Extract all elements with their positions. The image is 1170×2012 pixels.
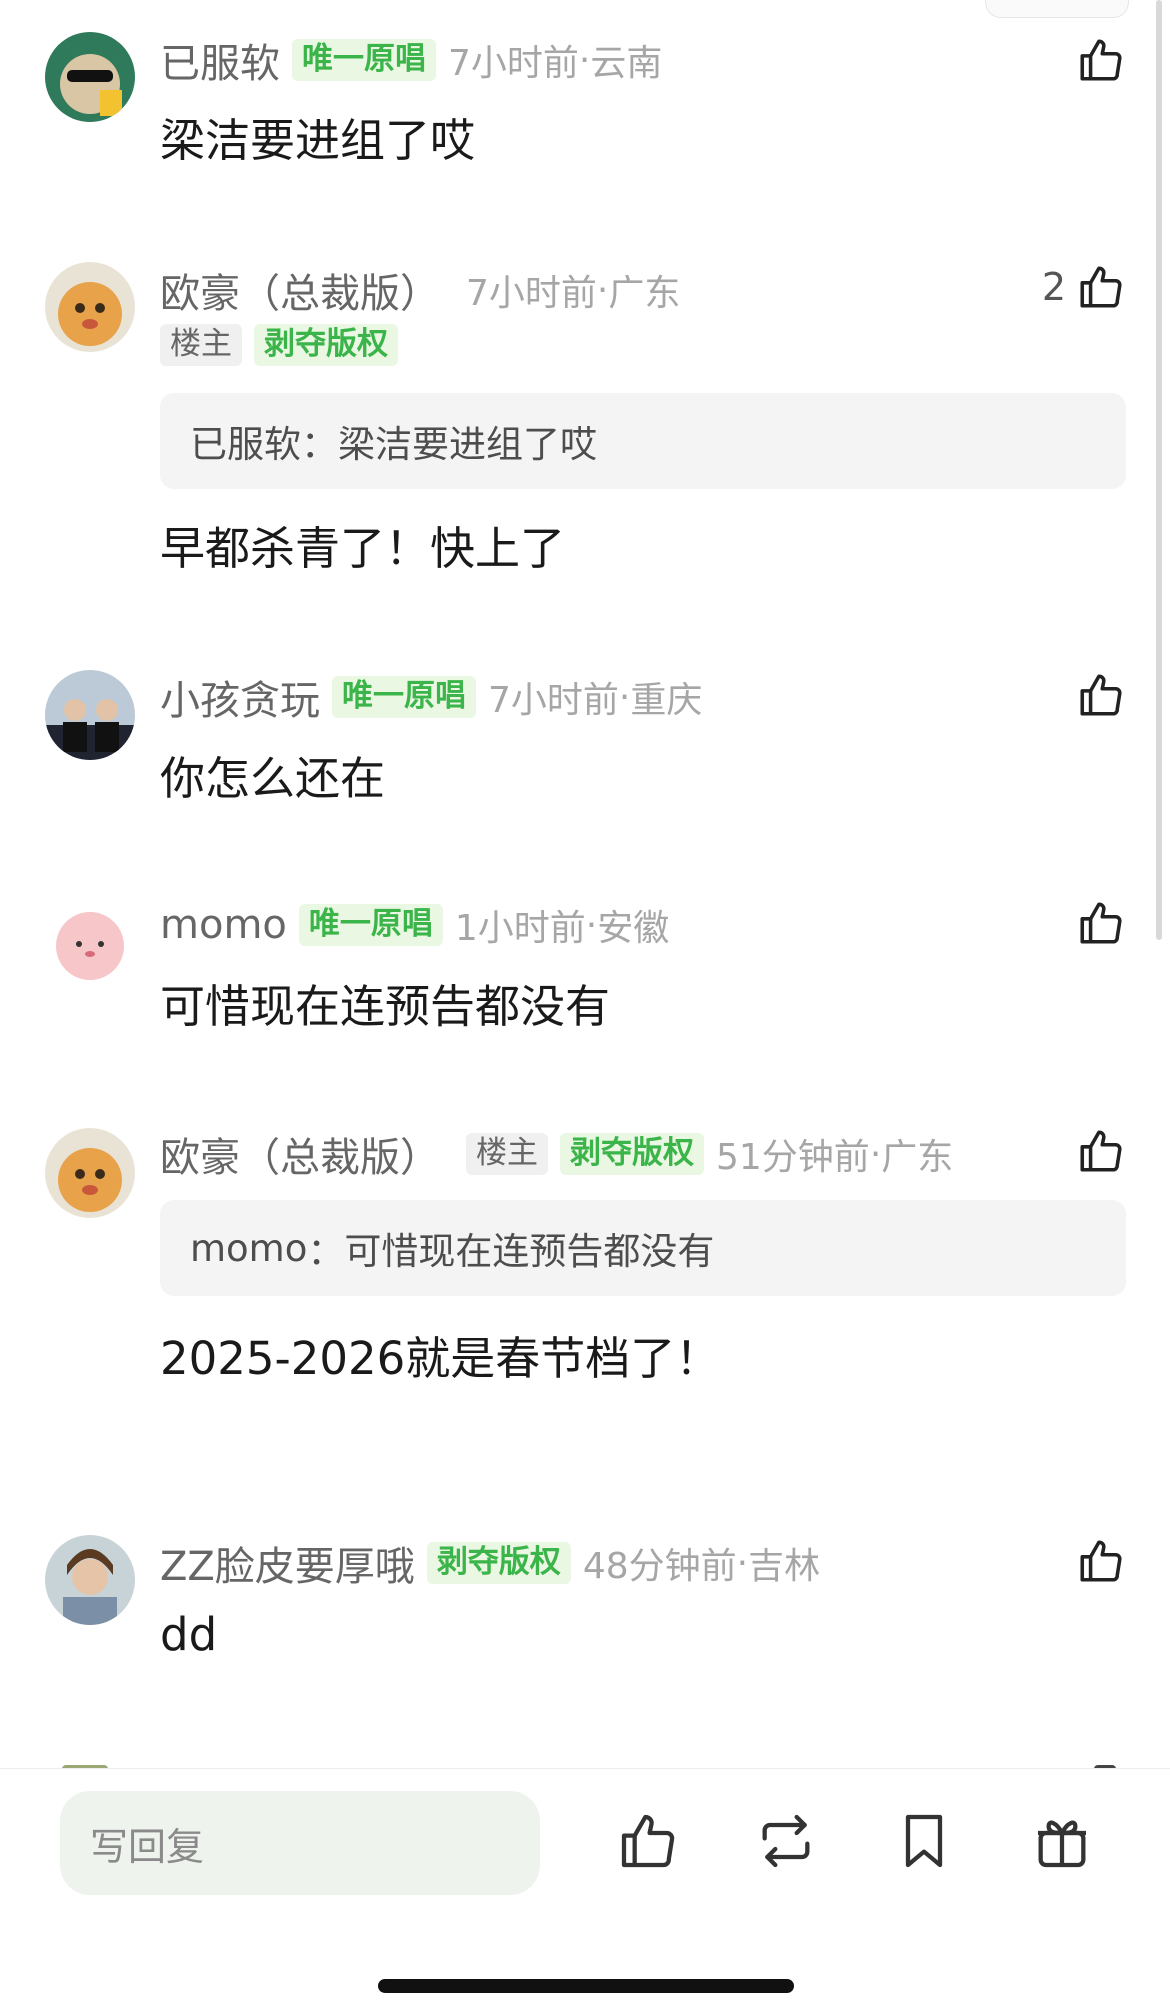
gift-icon — [1038, 1820, 1086, 1868]
repost-icon — [762, 1814, 810, 1868]
reply-input[interactable]: 写回复 — [60, 1791, 540, 1895]
repost-button[interactable] — [754, 1809, 818, 1873]
like-button[interactable] — [616, 1809, 680, 1873]
avatar[interactable] — [45, 1535, 135, 1625]
comment-item: ZZ脸皮要厚哦 剥夺版权 48分钟前 · 吉林 dd — [0, 0, 1150, 1700]
scrollbar[interactable] — [1156, 0, 1162, 940]
bookmark-icon — [905, 1814, 943, 1868]
bookmark-button[interactable] — [892, 1809, 956, 1873]
thumbs-up-icon — [621, 1814, 675, 1868]
username[interactable]: ZZ脸皮要厚哦 — [160, 1534, 415, 1592]
like-button[interactable] — [1066, 1536, 1126, 1586]
gift-button[interactable] — [1030, 1809, 1094, 1873]
thumbs-up-icon — [1080, 1540, 1122, 1582]
badge: 剥夺版权 — [426, 1542, 571, 1584]
location: 吉林 — [748, 1546, 821, 1587]
home-indicator[interactable] — [378, 1979, 794, 1993]
reply-placeholder: 写回复 — [90, 1824, 205, 1869]
time: 48分钟前 — [582, 1546, 737, 1587]
bottom-action-bar: 写回复 — [0, 1768, 1170, 2012]
meta-separator: · — [736, 1542, 749, 1584]
comment-text: dd — [160, 1608, 218, 1661]
